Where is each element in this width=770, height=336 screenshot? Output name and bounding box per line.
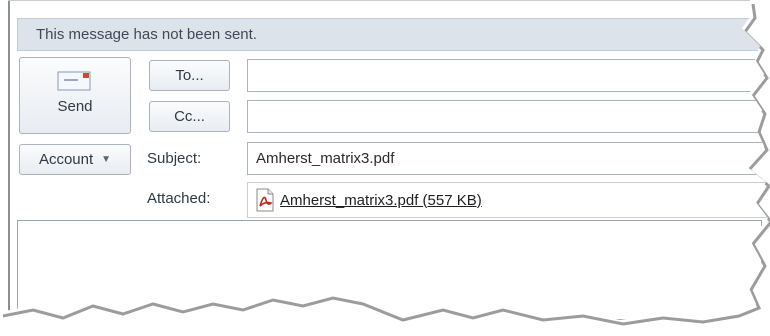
window-border-top bbox=[8, 0, 768, 1]
to-button[interactable]: To... bbox=[149, 60, 230, 91]
to-button-label: To... bbox=[175, 67, 204, 84]
account-button-label: Account bbox=[38, 151, 94, 168]
attachment-well: Amherst_matrix3.pdf (557 KB) bbox=[247, 182, 767, 218]
cc-field[interactable] bbox=[247, 100, 767, 133]
send-button[interactable]: Send bbox=[19, 57, 131, 134]
compose-screenshot: This message has not been sent. Send To.… bbox=[0, 0, 770, 336]
send-button-label: Send bbox=[57, 98, 93, 115]
subject-label: Subject: bbox=[147, 150, 202, 167]
cc-button[interactable]: Cc... bbox=[149, 101, 230, 132]
attached-label: Attached: bbox=[147, 190, 211, 207]
compose-window: This message has not been sent. Send To.… bbox=[0, 0, 768, 320]
pdf-file-icon bbox=[254, 188, 276, 212]
message-body-field[interactable] bbox=[17, 220, 762, 320]
info-bar-message: This message has not been sent. bbox=[36, 26, 257, 43]
window-border-left bbox=[8, 0, 10, 312]
subject-field[interactable]: Amherst_matrix3.pdf bbox=[247, 142, 767, 175]
to-field[interactable] bbox=[247, 59, 767, 92]
subject-value: Amherst_matrix3.pdf bbox=[256, 150, 395, 167]
attachment-link[interactable]: Amherst_matrix3.pdf (557 KB) bbox=[280, 192, 482, 209]
cc-button-label: Cc... bbox=[174, 108, 205, 125]
chevron-down-icon: ▼ bbox=[101, 154, 112, 165]
send-envelope-icon bbox=[57, 70, 93, 92]
account-button[interactable]: Account ▼ bbox=[19, 144, 131, 175]
info-bar: This message has not been sent. bbox=[17, 18, 762, 51]
